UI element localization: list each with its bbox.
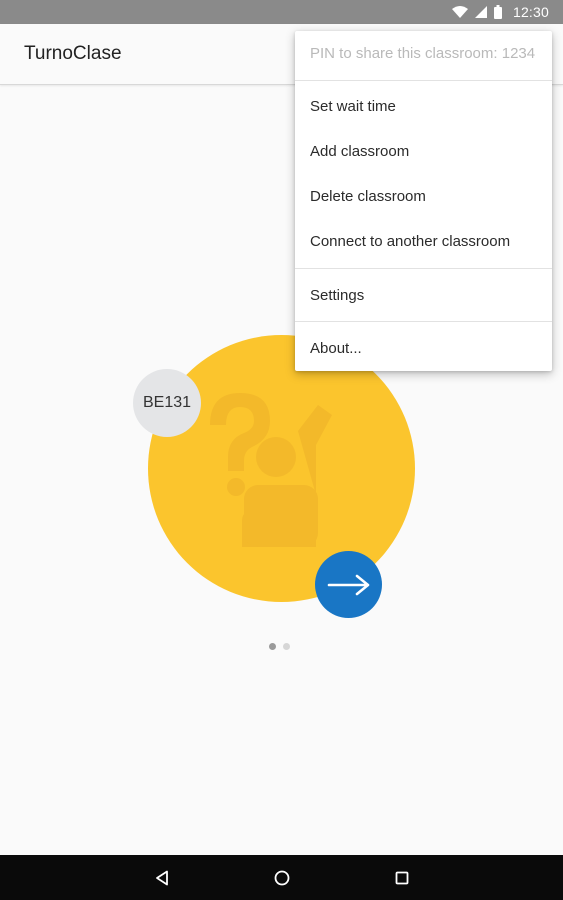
arrow-right-icon <box>327 574 369 595</box>
raised-hand-icon <box>210 393 332 547</box>
status-bar: 12:30 <box>0 0 563 24</box>
app-title: TurnoClase <box>24 43 122 64</box>
signal-icon <box>474 6 487 18</box>
page-dot[interactable] <box>283 643 290 650</box>
menu-item-set-wait-time[interactable]: Set wait time <box>295 84 552 129</box>
back-button[interactable] <box>150 866 174 890</box>
menu-item-about[interactable]: About... <box>295 326 552 371</box>
home-button[interactable] <box>270 866 294 890</box>
wifi-icon <box>451 6 468 18</box>
menu-item-delete-classroom[interactable]: Delete classroom <box>295 174 552 219</box>
classroom-code: BE131 <box>142 394 192 411</box>
menu-item-add-classroom[interactable]: Add classroom <box>295 129 552 174</box>
navigation-bar <box>0 855 563 900</box>
back-icon <box>156 870 168 886</box>
classroom-circle[interactable] <box>148 335 415 602</box>
page-dot-active[interactable] <box>269 643 276 650</box>
next-button[interactable] <box>315 551 382 618</box>
clock: 12:30 <box>512 4 549 20</box>
page-indicator <box>269 643 290 650</box>
home-icon <box>274 870 290 886</box>
status-icons: 12:30 <box>451 4 549 20</box>
battery-icon <box>493 5 502 19</box>
classroom-code-badge: BE131 <box>133 369 201 437</box>
menu-item-settings[interactable]: Settings <box>295 273 552 318</box>
overflow-menu: PIN to share this classroom: 1234 Set wa… <box>295 31 552 371</box>
menu-pin-info: PIN to share this classroom: 1234 <box>310 45 536 62</box>
menu-divider <box>295 80 552 81</box>
menu-divider <box>295 268 552 269</box>
recents-icon <box>395 871 409 885</box>
recents-button[interactable] <box>390 866 414 890</box>
menu-divider <box>295 321 552 322</box>
menu-item-connect-classroom[interactable]: Connect to another classroom <box>295 219 552 264</box>
